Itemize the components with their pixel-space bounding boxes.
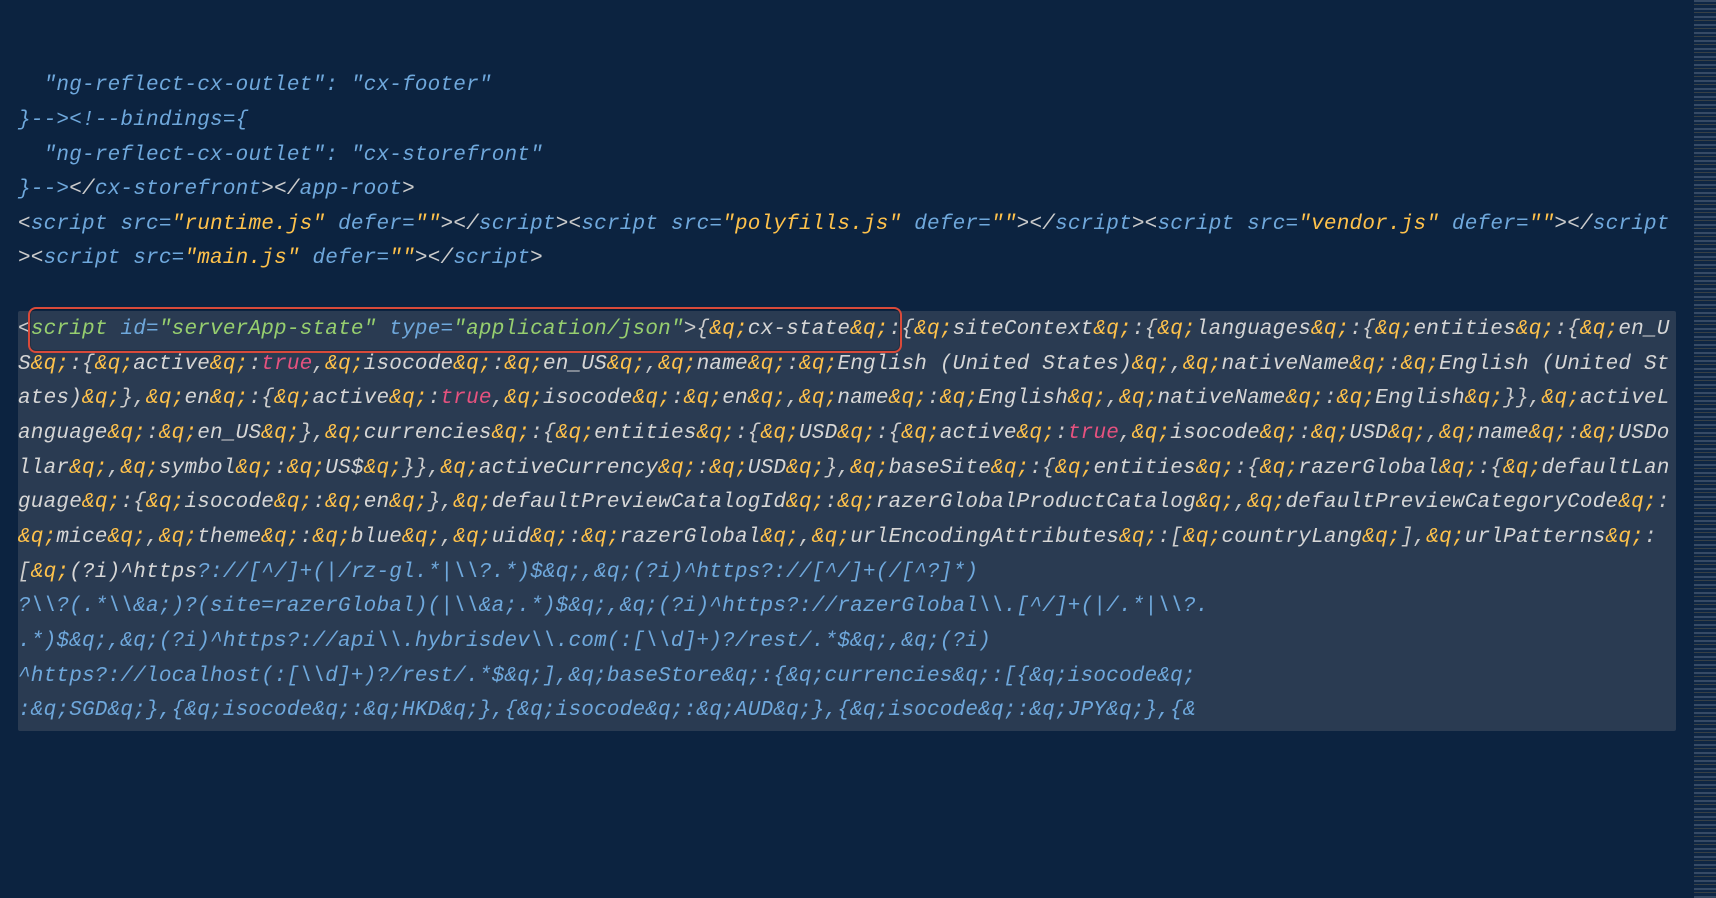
closing-tags-line: }--></cx-storefront></app-root> xyxy=(18,178,415,201)
regex-line: ?://[^/]+(|/rz-gl.*|\\?.*)$&q;,&q;(?i)^h… xyxy=(197,561,978,584)
code-editor-screenshot: "ng-reflect-cx-outlet": "cx-footer" }-->… xyxy=(0,0,1716,898)
script-open-tag: <script id="serverApp-state" type="appli… xyxy=(18,318,697,341)
comment-line: "ng-reflect-cx-outlet": "cx-storefront" xyxy=(18,144,543,167)
regex-line: ^https?://localhost(:[\\d]+)?/rest/.*$&q… xyxy=(18,665,1196,688)
regex-line: ?\\?(.*\\&a;)?(site=razerGlobal)(|\\&a;.… xyxy=(18,595,1209,618)
minimap[interactable] xyxy=(1694,0,1716,898)
comment-line: }--><​!--bindings={ xyxy=(18,109,248,132)
regex-line: :&q;SGD&q;},{&q;isocode&q;:&q;HKD&q;},{&… xyxy=(18,699,1196,722)
code-area: "ng-reflect-cx-outlet": "cx-footer" }-->… xyxy=(0,0,1694,898)
regex-line: .*)$&q;,&q;(?i)^https?://api\\.hybrisdev… xyxy=(18,630,991,653)
comment-line: "ng-reflect-cx-outlet": "cx-footer" xyxy=(18,74,492,97)
highlighted-json-block: <script id="serverApp-state" type="appli… xyxy=(18,311,1676,731)
script-tags-line: <script src="runtime.js" defer=""></scri… xyxy=(18,213,1670,271)
